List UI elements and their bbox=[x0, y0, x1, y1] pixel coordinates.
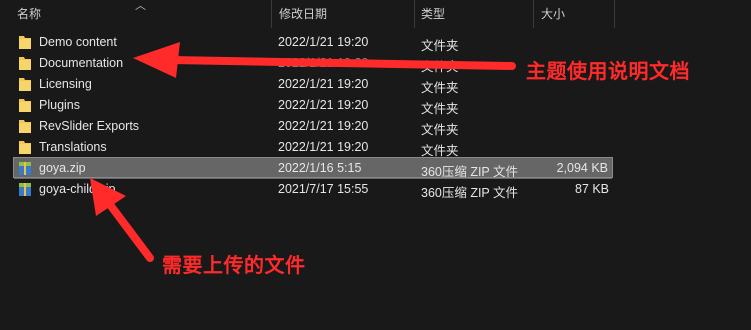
zip-archive-icon bbox=[18, 160, 32, 176]
file-row[interactable]: Translations 2022/1/21 19:20 文件夹 bbox=[0, 137, 751, 158]
column-divider[interactable] bbox=[533, 0, 534, 28]
arrow-to-goya-zip bbox=[104, 198, 154, 262]
folder-icon bbox=[18, 97, 32, 113]
file-type: 文件夹 bbox=[421, 60, 459, 74]
file-type: 文件夹 bbox=[421, 102, 459, 116]
file-date: 2022/1/16 5:15 bbox=[278, 161, 362, 175]
folder-icon bbox=[18, 118, 32, 134]
file-date: 2022/1/21 19:20 bbox=[278, 56, 369, 70]
column-divider[interactable] bbox=[614, 0, 615, 28]
column-name-header[interactable]: 名称 bbox=[17, 5, 41, 22]
file-name: Translations bbox=[39, 140, 107, 154]
file-type: 360压缩 ZIP 文件 bbox=[421, 165, 519, 179]
file-name: Plugins bbox=[39, 98, 80, 112]
file-name: goya.zip bbox=[39, 161, 86, 175]
folder-icon bbox=[18, 55, 32, 71]
annotation-upload-label: 需要上传的文件 bbox=[162, 255, 306, 277]
file-row-selected[interactable]: goya.zip 2022/1/16 5:15 360压缩 ZIP 文件 2,0… bbox=[14, 158, 612, 179]
column-modified-header[interactable]: 修改日期 bbox=[279, 5, 327, 22]
file-row[interactable]: Demo content 2022/1/21 19:20 文件夹 bbox=[0, 32, 751, 53]
file-name: Licensing bbox=[39, 77, 92, 91]
file-date: 2022/1/21 19:20 bbox=[278, 35, 369, 49]
file-date: 2021/7/17 15:55 bbox=[278, 182, 369, 196]
file-name: Demo content bbox=[39, 35, 117, 49]
folder-icon bbox=[18, 139, 32, 155]
file-row[interactable]: goya-child.zip 2021/7/17 15:55 360压缩 ZIP… bbox=[0, 179, 751, 200]
file-size: 87 KB bbox=[574, 182, 609, 196]
file-size: 2,094 KB bbox=[556, 161, 608, 175]
file-name: goya-child.zip bbox=[39, 182, 116, 196]
folder-icon bbox=[18, 34, 32, 50]
file-date: 2022/1/21 19:20 bbox=[278, 119, 369, 133]
file-type: 文件夹 bbox=[421, 144, 459, 158]
column-divider[interactable] bbox=[414, 0, 415, 28]
file-type: 文件夹 bbox=[421, 123, 459, 137]
file-row[interactable]: Plugins 2022/1/21 19:20 文件夹 bbox=[0, 95, 751, 116]
file-row[interactable]: RevSlider Exports 2022/1/21 19:20 文件夹 bbox=[0, 116, 751, 137]
file-name: RevSlider Exports bbox=[39, 119, 140, 133]
file-date: 2022/1/21 19:20 bbox=[278, 98, 369, 112]
column-header: 名称 ︿ 修改日期 类型 大小 bbox=[0, 0, 751, 28]
column-divider[interactable] bbox=[271, 0, 272, 28]
file-date: 2022/1/21 19:20 bbox=[278, 77, 369, 91]
file-name: Documentation bbox=[39, 56, 124, 70]
annotation-documentation-label: 主题使用说明文档 bbox=[526, 61, 690, 83]
column-size-header[interactable]: 大小 bbox=[541, 5, 565, 22]
file-type: 文件夹 bbox=[421, 39, 459, 53]
zip-archive-icon bbox=[18, 181, 32, 197]
file-date: 2022/1/21 19:20 bbox=[278, 140, 369, 154]
folder-icon bbox=[18, 76, 32, 92]
sort-ascending-icon: ︿ bbox=[135, 0, 146, 12]
column-type-header[interactable]: 类型 bbox=[421, 5, 445, 22]
file-type: 360压缩 ZIP 文件 bbox=[421, 186, 519, 200]
file-type: 文件夹 bbox=[421, 81, 459, 95]
